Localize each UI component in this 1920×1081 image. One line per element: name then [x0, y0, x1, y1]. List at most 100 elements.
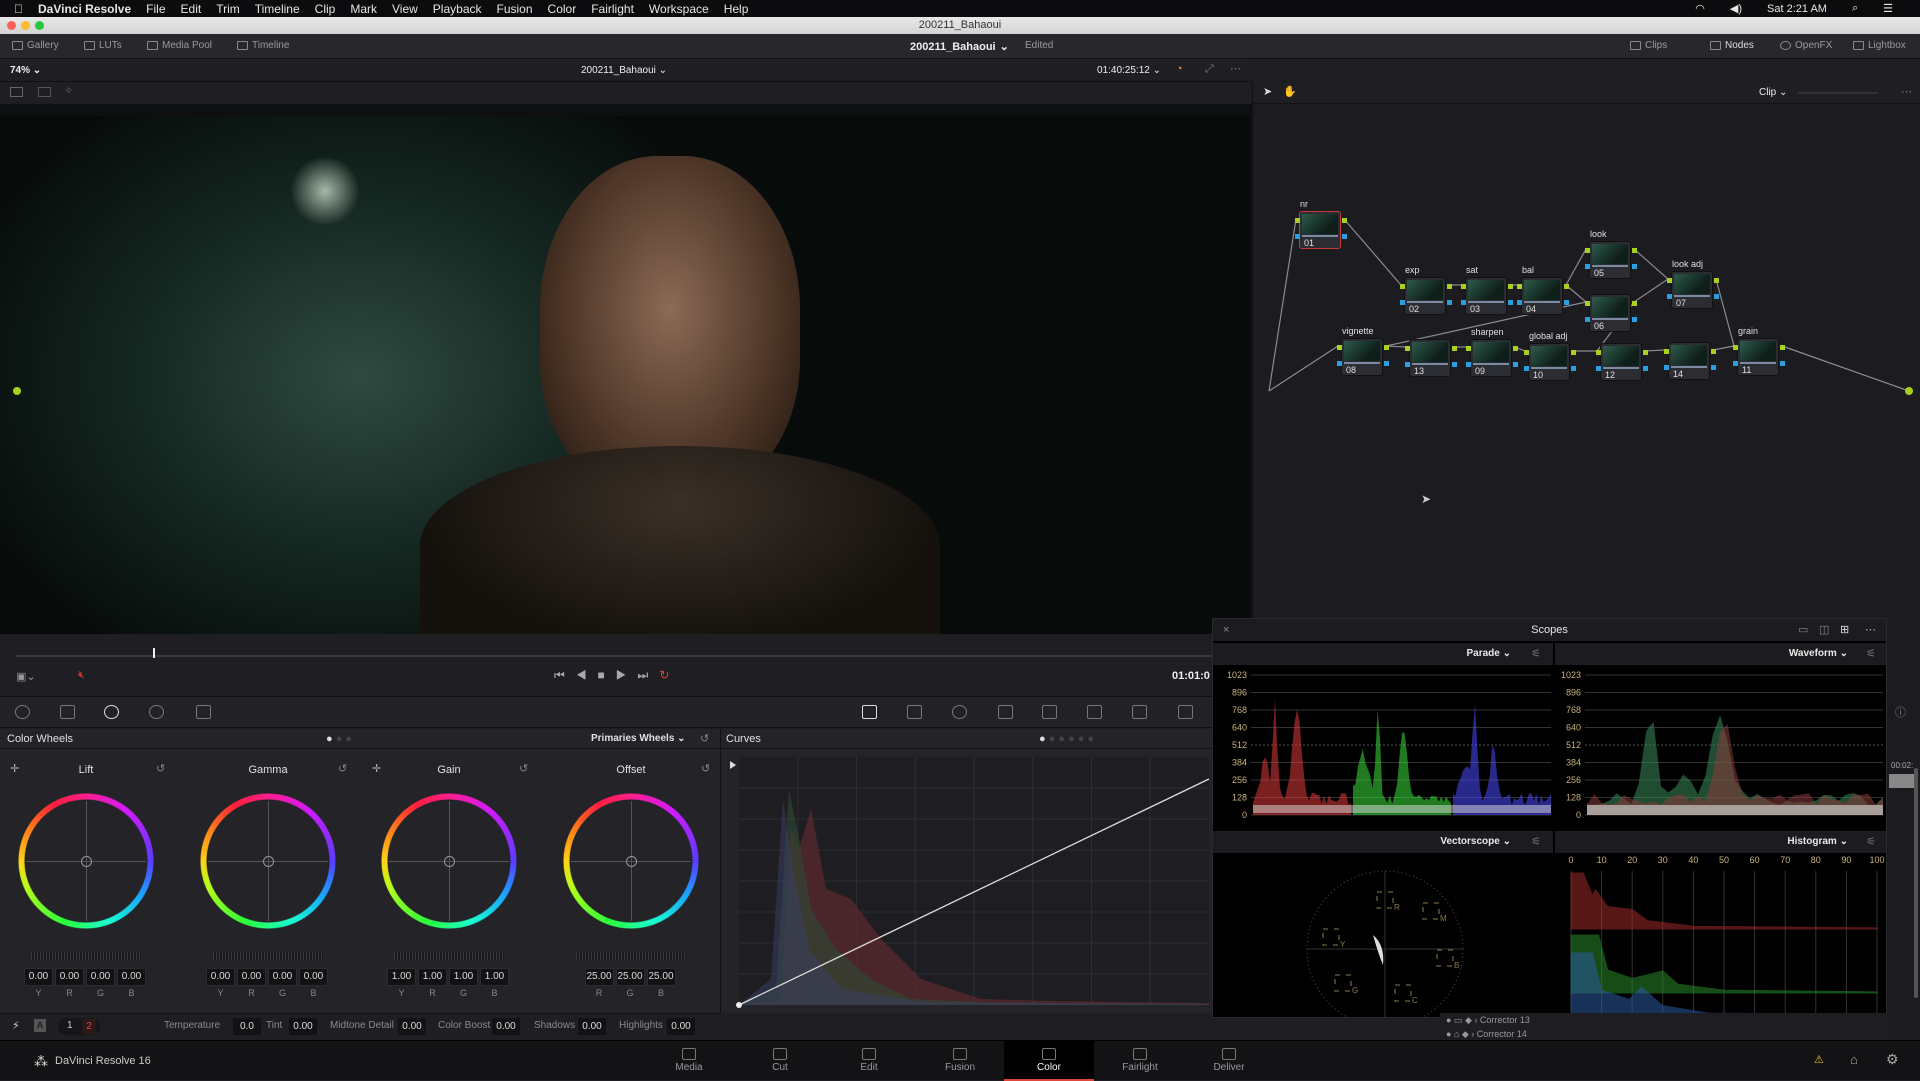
value-b[interactable]: 1.00 [480, 968, 509, 986]
minimize-window-button[interactable] [21, 21, 30, 30]
loop-icon[interactable]: ↻ [659, 668, 680, 682]
rgb-output-pin[interactable] [1780, 345, 1785, 350]
output-icon[interactable] [1905, 387, 1913, 395]
notification-icon[interactable]: ☰ [1883, 2, 1893, 15]
openfx-button[interactable]: OpenFX [1780, 40, 1832, 51]
wheel-puck[interactable] [626, 856, 637, 867]
rgb-input-pin[interactable] [1295, 218, 1300, 223]
rgb-input-pin[interactable] [1517, 284, 1522, 289]
rgb-input-pin[interactable] [1667, 278, 1672, 283]
adj-tint-value[interactable]: 0.00 [289, 1018, 317, 1035]
master-wheel-slider[interactable] [31, 951, 141, 961]
rgb-input-pin[interactable] [1664, 349, 1669, 354]
menu-help[interactable]: Help [724, 2, 749, 16]
master-wheel-slider[interactable] [576, 951, 686, 961]
project-name[interactable]: 200211_Bahaoui ⌄ [910, 40, 1009, 53]
alpha-input-pin[interactable] [1466, 362, 1471, 367]
viewer-mode-icon[interactable]: ▣⌄ [16, 670, 36, 683]
alpha-output-pin[interactable] [1452, 362, 1457, 367]
alpha-output-pin[interactable] [1508, 300, 1513, 305]
adj-temperature-value[interactable]: 0.0 [233, 1018, 261, 1035]
node-03[interactable]: 03 sat [1465, 277, 1507, 315]
alpha-input-pin[interactable] [1664, 365, 1669, 370]
menu-trim[interactable]: Trim [216, 2, 240, 16]
node-12[interactable]: 12 [1600, 343, 1642, 381]
menu-color[interactable]: Color [548, 2, 577, 16]
alpha-input-pin[interactable] [1400, 300, 1405, 305]
layer-row[interactable]: ● ▭ ◆ › Corrector 13 [1446, 1015, 1530, 1026]
alpha-input-pin[interactable] [1405, 362, 1410, 367]
reset-icon[interactable]: ↺ [701, 762, 710, 775]
alpha-input-pin[interactable] [1585, 317, 1590, 322]
mute-icon[interactable]: 🔇︎ [78, 669, 85, 682]
menu-view[interactable]: View [392, 2, 418, 16]
reset-icon[interactable]: ↺ [156, 762, 165, 775]
lightbox-button[interactable]: Lightbox [1853, 40, 1906, 51]
node-11[interactable]: 11 grain [1737, 338, 1779, 376]
rgb-mixer-icon[interactable] [149, 705, 164, 719]
luts-button[interactable]: LUTs [84, 40, 122, 51]
rgb-output-pin[interactable] [1384, 345, 1389, 350]
layout-dual-icon[interactable]: ◫ [1819, 619, 1829, 641]
node-06[interactable]: 06 [1589, 294, 1631, 332]
settings-icon[interactable]: ⚟ [1531, 831, 1541, 853]
stop-icon[interactable]: ■ [598, 668, 616, 682]
color-wheel-gamma[interactable] [200, 793, 336, 929]
value-y[interactable]: 0.00 [24, 968, 53, 986]
auto-balance-icon[interactable]: ⚡︎ [12, 1019, 20, 1032]
node-02[interactable]: 02 exp [1404, 277, 1446, 315]
play-icon[interactable]: ▶ [616, 668, 638, 682]
alpha-input-pin[interactable] [1524, 366, 1529, 371]
rgb-output-pin[interactable] [1508, 284, 1513, 289]
settings-gear-icon[interactable]: ⚙ [1886, 1051, 1899, 1068]
layout-single-icon[interactable]: ▭ [1798, 619, 1808, 641]
page-edit[interactable]: Edit [824, 1041, 914, 1081]
node-editor[interactable]: ➤ ✋ Clip ⌄ ⋯ 01 nr 02 exp 03 sat 04 bal 05 look 06… [1252, 82, 1920, 618]
color-wheels-icon[interactable] [104, 705, 119, 719]
rgb-output-pin[interactable] [1447, 284, 1452, 289]
step-back-icon[interactable]: ◀ [576, 668, 598, 682]
alpha-input-pin[interactable] [1461, 300, 1466, 305]
value-b[interactable]: 0.00 [299, 968, 328, 986]
split-view-icon[interactable] [10, 87, 23, 97]
timeline-button[interactable]: Timeline [237, 40, 289, 51]
more-icon[interactable]: ⋯ [1230, 62, 1241, 75]
rgb-output-pin[interactable] [1632, 248, 1637, 253]
gallery-button[interactable]: Gallery [12, 40, 59, 51]
alpha-output-pin[interactable] [1564, 300, 1569, 305]
parade-dropdown[interactable]: Parade ⌄ [1466, 643, 1511, 665]
page-fairlight[interactable]: Fairlight [1095, 1041, 1185, 1081]
node-01[interactable]: 01 nr [1299, 211, 1341, 249]
picker-icon[interactable]: ✛ [372, 762, 381, 775]
adj-color-boost-value[interactable]: 0.00 [492, 1018, 520, 1035]
wheel-puck[interactable] [263, 856, 274, 867]
keyframe-clip[interactable] [1889, 774, 1917, 788]
zoom-dropdown[interactable]: 74% ⌄ [10, 65, 41, 76]
value-r[interactable]: 0.00 [237, 968, 266, 986]
page-media[interactable]: Media [644, 1041, 734, 1081]
menu-workspace[interactable]: Workspace [649, 2, 709, 16]
scrollbar[interactable] [1914, 768, 1918, 998]
alpha-input-pin[interactable] [1667, 294, 1672, 299]
playhead[interactable] [153, 648, 155, 658]
page-dots[interactable]: ● ● ● ● ● ● [1039, 729, 1094, 749]
settings-icon[interactable]: ⚟ [1866, 643, 1876, 665]
alpha-input-pin[interactable] [1517, 300, 1522, 305]
rgb-input-pin[interactable] [1461, 284, 1466, 289]
value-y[interactable]: 1.00 [387, 968, 416, 986]
reset-all-icon[interactable]: ↺ [700, 729, 709, 749]
master-wheel-slider[interactable] [394, 951, 504, 961]
settings-icon[interactable]: ⚟ [1866, 831, 1876, 853]
page-toggle[interactable]: 12 [58, 1018, 100, 1035]
alpha-output-pin[interactable] [1447, 300, 1452, 305]
bypass-icon[interactable]: ◔ [1176, 63, 1183, 75]
rgb-input-pin[interactable] [1466, 346, 1471, 351]
info-icon[interactable]: ⓘ [1895, 704, 1906, 720]
fullscreen-icon[interactable]: ⤢ [1205, 63, 1214, 76]
color-wheel-offset[interactable] [563, 793, 699, 929]
tracker-icon[interactable] [998, 705, 1013, 719]
curve-graph[interactable] [721, 749, 1213, 1013]
scrubber[interactable] [16, 655, 1236, 657]
value-b[interactable]: 25.00 [647, 968, 676, 986]
value-r[interactable]: 0.00 [55, 968, 84, 986]
